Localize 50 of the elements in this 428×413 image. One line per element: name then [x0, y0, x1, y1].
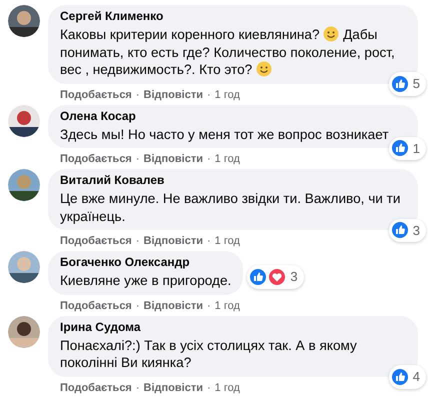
reaction-badge[interactable]: 5 [388, 72, 426, 96]
thumbs-up-icon [390, 139, 409, 158]
comment-text: Здесь мы! Но часто у меня тот же вопрос возникает [60, 126, 389, 143]
reaction-count: 5 [412, 75, 420, 93]
action-link[interactable]: Подобається [60, 234, 132, 248]
reaction-count: 1 [412, 140, 420, 158]
timestamp[interactable]: 1 год [214, 234, 240, 248]
author-name[interactable]: Олена Косар [60, 108, 406, 124]
thumbs-up-icon [249, 268, 268, 286]
timestamp[interactable]: 1 год [214, 380, 240, 394]
comment-text: Понаєхалі?:) Так в усіх столицях так. А в якому поколінні Ви киянка? [60, 336, 357, 372]
action-link[interactable]: Подобається [60, 152, 132, 166]
separator-dot: · [136, 234, 140, 248]
author-name[interactable]: Богаченко Олександр [60, 255, 232, 270]
action-link[interactable]: Відповісти [144, 298, 203, 312]
separator-dot: · [136, 88, 140, 102]
reaction-count: 4 [412, 368, 420, 386]
smiley-icon [323, 26, 340, 42]
action-link[interactable]: Відповісти [144, 234, 203, 248]
separator-dot: · [206, 152, 211, 166]
reaction-badge[interactable]: 1 [388, 136, 426, 160]
separator-dot: · [136, 152, 140, 166]
reaction-count: 3 [290, 268, 298, 286]
thumbs-up-icon [390, 74, 409, 93]
action-link[interactable]: Подобається [60, 88, 132, 102]
action-link[interactable]: Відповісти [144, 152, 203, 166]
separator-dot: · [136, 298, 140, 312]
timestamp[interactable]: 1 год [214, 88, 240, 102]
separator-dot: · [206, 234, 211, 248]
author-name[interactable]: Виталий Ковалев [60, 173, 406, 188]
action-link[interactable]: Подобається [60, 298, 132, 312]
reaction-badge[interactable]: 3 [388, 218, 426, 242]
timestamp[interactable]: 1 год [214, 298, 240, 312]
comment-text: Киевляне уже в пригороде. [60, 272, 232, 290]
action-link[interactable]: Відповісти [144, 88, 203, 102]
reaction-count: 3 [412, 222, 420, 240]
thumbs-up-icon [390, 221, 409, 240]
reaction-badge[interactable]: 3 [247, 265, 304, 288]
action-link[interactable]: Відповісти [144, 380, 203, 394]
author-name[interactable]: Сергей Клименко [60, 9, 406, 24]
smiley-icon [256, 61, 272, 77]
separator-dot: · [206, 380, 211, 394]
thumbs-up-icon [390, 368, 409, 386]
action-link[interactable]: Подобається [60, 380, 132, 394]
separator-dot: · [136, 380, 140, 394]
separator-dot: · [206, 298, 211, 312]
reaction-badge[interactable]: 4 [388, 365, 426, 388]
author-name[interactable]: Ірина Судома [60, 320, 406, 334]
separator-dot: · [206, 88, 211, 102]
timestamp[interactable]: 1 год [214, 152, 240, 166]
